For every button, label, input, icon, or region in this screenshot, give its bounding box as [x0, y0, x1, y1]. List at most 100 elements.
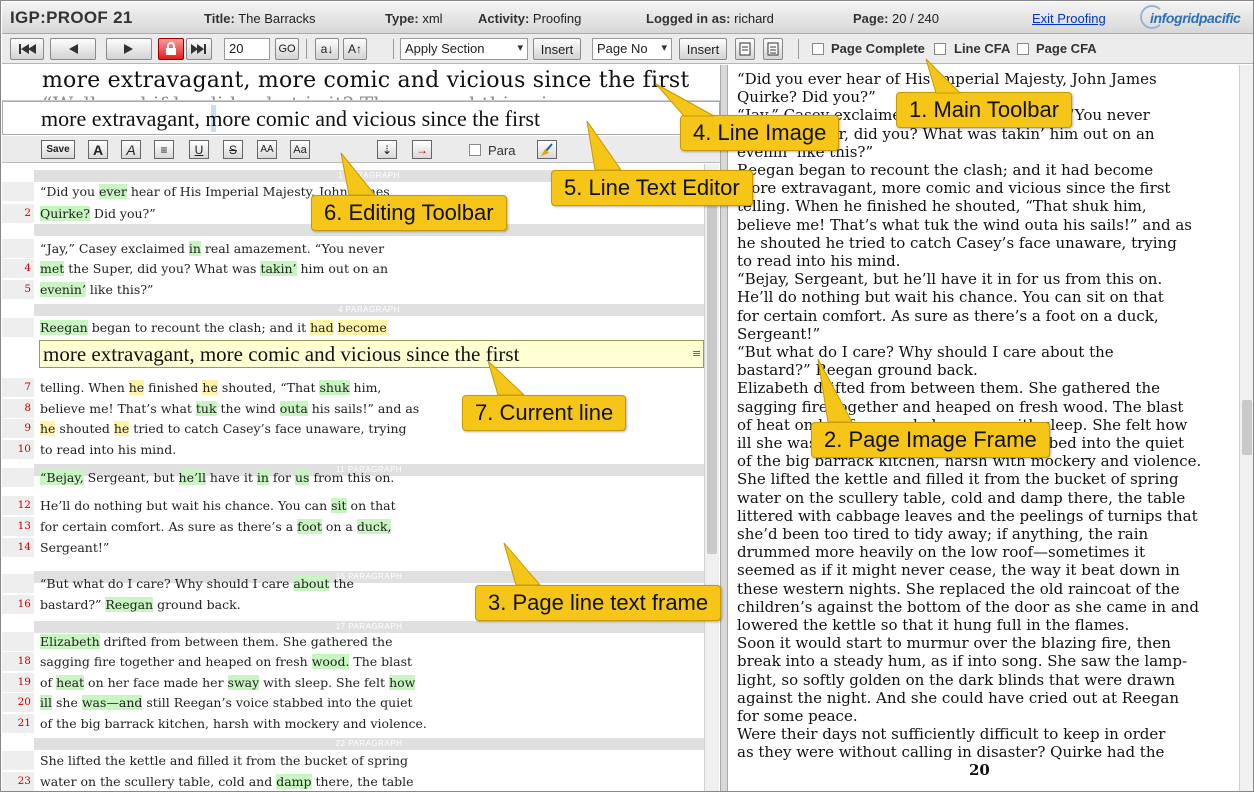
next-page-button[interactable] [106, 38, 152, 60]
flagged-word[interactable]: ill [40, 695, 52, 710]
line-text[interactable]: evenin’ like this?” [40, 280, 153, 299]
line-text[interactable]: Sergeant!” [40, 538, 109, 557]
flagged-word[interactable]: outa [279, 401, 308, 416]
line-row[interactable]: 14 Sergeant!” [2, 538, 704, 557]
flagged-word[interactable]: Quirke? [40, 206, 90, 221]
line-editor-text[interactable]: more extravagant, more comic and vicious… [41, 106, 540, 132]
flagged-word[interactable]: foot [297, 519, 322, 534]
indent-button[interactable]: → [412, 140, 432, 159]
line-row[interactable]: · “Bejay, Sergeant, but he’ll have it in … [2, 468, 704, 487]
flagged-word[interactable]: he [202, 380, 218, 395]
save-button[interactable]: Save [41, 140, 75, 159]
page-number-input[interactable]: 20 [224, 38, 270, 60]
change-case-button[interactable]: Aa [290, 140, 310, 159]
document-copy-button[interactable] [763, 38, 783, 60]
flagged-word[interactable]: damp [276, 774, 312, 789]
apply-section-select[interactable]: Apply Section [400, 38, 528, 60]
line-row[interactable]: 10 to read into his mind. [2, 440, 704, 459]
scrollbar-thumb[interactable] [1242, 400, 1252, 455]
line-row[interactable]: 21 of the big barrack kitchen, harsh with… [2, 714, 704, 733]
page-cfa-checkbox[interactable] [1017, 43, 1029, 55]
flagged-word[interactable]: duck, [356, 519, 392, 534]
line-text[interactable]: Quirke? Did you?” [40, 204, 156, 223]
line-row[interactable]: 19 of heat on her face made her sway with… [2, 673, 704, 692]
flagged-word[interactable]: he [113, 421, 130, 436]
current-line-input[interactable]: more extravagant, more comic and vicious… [39, 340, 704, 368]
line-row[interactable]: · “Jay,” Casey exclaimed in real amazemen… [2, 239, 704, 258]
line-text[interactable]: for certain comfort. As sure as there’s … [40, 517, 392, 536]
sort-upper-button[interactable]: A↑ [343, 38, 367, 60]
line-text[interactable]: Reegan began to recount the clash; and i… [40, 318, 387, 337]
page-complete-checkbox[interactable] [812, 43, 824, 55]
line-row[interactable]: 13 for certain comfort. As sure as there’… [2, 517, 704, 536]
flagged-word[interactable]: Elizabeth [40, 634, 100, 649]
line-text[interactable]: believe me! That’s what tuk the wind out… [40, 399, 419, 418]
line-text[interactable]: “But what do I care? Why should I care a… [40, 574, 354, 593]
insert-section-button[interactable]: Insert [533, 38, 581, 60]
line-row[interactable]: 18 sagging fire together and heaped on fr… [2, 652, 704, 671]
line-text[interactable]: he shouted he tried to catch Casey’s fac… [40, 419, 407, 438]
flagged-word[interactable]: heat [56, 675, 85, 690]
flagged-word[interactable]: Reegan [40, 320, 88, 335]
line-text[interactable]: ill she was—and still Reegan’s voice sta… [40, 693, 413, 712]
line-text[interactable]: to read into his mind. [40, 440, 176, 459]
page-image-scrollbar[interactable] [1239, 65, 1253, 791]
line-row[interactable]: 23 water on the scullery table, cold and … [2, 772, 704, 791]
line-text[interactable]: She lifted the kettle and filled it from… [40, 751, 408, 770]
flagged-word[interactable]: in [256, 470, 269, 485]
line-row[interactable]: · Elizabeth drifted from between them. Sh… [2, 632, 704, 651]
last-page-button[interactable] [186, 38, 212, 60]
line-row[interactable]: 5 evenin’ like this?” [2, 280, 704, 299]
flagged-word[interactable]: met [40, 261, 65, 276]
resize-grip-icon[interactable]: ≡ [692, 347, 701, 360]
go-button[interactable]: GO [275, 38, 299, 60]
line-row[interactable]: 20 ill she was—and still Reegan’s voice s… [2, 693, 704, 712]
line-text[interactable]: telling. When he finished he shouted, “T… [40, 378, 381, 397]
strikethrough-button[interactable]: S [223, 140, 243, 159]
line-row[interactable]: · She lifted the kettle and filled it fro… [2, 751, 704, 770]
flagged-word[interactable]: he [128, 380, 145, 395]
flagged-word[interactable]: tuk [195, 401, 217, 416]
line-text[interactable]: water on the scullery table, cold and da… [40, 772, 414, 791]
flagged-word[interactable]: wood. [311, 654, 350, 669]
para-checkbox[interactable] [469, 144, 481, 156]
line-text[interactable]: of heat on her face made her sway with s… [40, 673, 416, 692]
line-text[interactable]: “Jay,” Casey exclaimed in real amazement… [40, 239, 384, 258]
flagged-word[interactable]: he [40, 421, 56, 436]
lock-button[interactable] [158, 38, 184, 60]
italic-button[interactable]: A [121, 140, 141, 159]
line-cfa-checkbox[interactable] [934, 43, 946, 55]
flagged-word[interactable]: takin’ [260, 261, 297, 276]
small-caps-button[interactable]: AA [257, 140, 277, 159]
line-text[interactable]: “Bejay, Sergeant, but he’ll have it in f… [40, 468, 394, 487]
flagged-word[interactable]: sit [331, 498, 347, 513]
bold-button[interactable]: A [88, 140, 108, 159]
flagged-word[interactable]: sway [227, 675, 260, 690]
line-text[interactable]: of the big barrack kitchen, harsh with m… [40, 714, 427, 733]
line-text[interactable]: He’ll do nothing but wait his chance. Yo… [40, 496, 396, 515]
document-button[interactable] [735, 38, 755, 60]
flagged-word[interactable]: ever [99, 184, 127, 199]
flagged-word[interactable]: evenin’ [40, 282, 86, 297]
underline-button[interactable]: U [189, 140, 209, 159]
scrollbar-thumb[interactable] [707, 174, 717, 554]
flagged-word[interactable]: become [337, 320, 387, 335]
exit-proofing-link[interactable]: Exit Proofing [1032, 11, 1106, 26]
flagged-word[interactable]: how [389, 675, 416, 690]
flagged-word[interactable]: Reegan [105, 597, 154, 612]
line-row[interactable]: 12 He’ll do nothing but wait his chance. … [2, 496, 704, 515]
clean-button[interactable] [537, 140, 557, 159]
line-text[interactable]: sagging fire together and heaped on fres… [40, 652, 412, 671]
flagged-word[interactable]: in [188, 241, 201, 256]
flagged-word[interactable]: he’ll [178, 470, 206, 485]
flagged-word[interactable]: was—and [81, 695, 143, 710]
flagged-word[interactable]: shuk [319, 380, 350, 395]
flagged-word[interactable]: us [295, 470, 310, 485]
previous-page-button[interactable] [50, 38, 96, 60]
sort-lower-button[interactable]: a↓ [315, 38, 339, 60]
align-button[interactable]: ≡ [154, 140, 174, 159]
page-no-select[interactable]: Page No [592, 38, 672, 60]
flagged-word[interactable]: “Bejay, [40, 470, 84, 485]
line-row[interactable]: 4 met the Super, did you? What was takin’… [2, 259, 704, 278]
line-text[interactable]: bastard?” Reegan ground back. [40, 595, 241, 614]
